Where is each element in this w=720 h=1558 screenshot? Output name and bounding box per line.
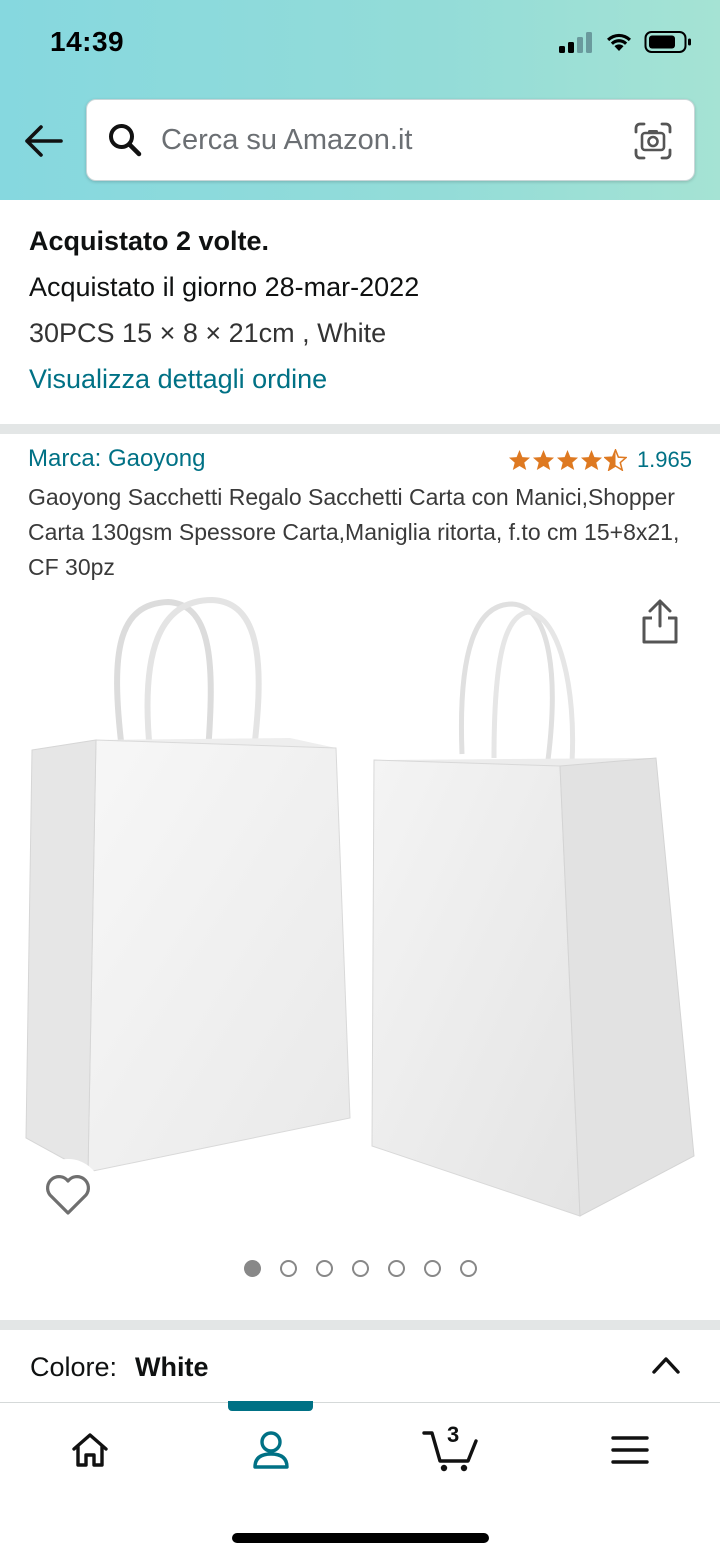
page-dot[interactable] [279, 1260, 297, 1277]
section-divider [0, 424, 720, 434]
color-label: Colore: [30, 1352, 118, 1382]
chevron-up-icon[interactable] [650, 1352, 682, 1376]
header-bar: 14:39 [0, 0, 720, 200]
page-dot[interactable] [315, 1260, 333, 1277]
search-bar[interactable] [86, 99, 695, 181]
share-icon[interactable] [638, 598, 682, 646]
home-icon [72, 1433, 108, 1467]
star-icon [580, 449, 602, 471]
half-star-icon [603, 449, 627, 471]
page-dot[interactable] [243, 1260, 261, 1277]
menu-icon [611, 1436, 649, 1464]
product-image[interactable] [0, 590, 720, 1230]
user-icon [253, 1431, 289, 1469]
tab-home[interactable] [60, 1422, 120, 1478]
active-tab-indicator [228, 1401, 313, 1411]
status-time: 14:39 [50, 26, 125, 57]
star-rating [508, 449, 627, 471]
product-photo [25, 596, 695, 1217]
page-dot[interactable] [351, 1260, 369, 1277]
rating-count: 1.965 [636, 447, 692, 472]
search-input[interactable] [161, 123, 601, 157]
signal-icon [559, 32, 592, 53]
product-title: Gaoyong Sacchetti Regalo Sacchetti Carta… [28, 484, 680, 580]
section-divider [0, 1320, 720, 1330]
star-icon [508, 449, 530, 471]
tab-menu[interactable] [600, 1422, 660, 1478]
back-button[interactable] [20, 118, 66, 164]
home-indicator [232, 1533, 489, 1543]
star-icon [532, 449, 554, 471]
tab-account[interactable] [241, 1422, 301, 1478]
heart-icon [34, 1159, 102, 1227]
page-dot[interactable] [459, 1260, 477, 1277]
arrow-left-icon [25, 125, 63, 157]
page-dot[interactable] [387, 1260, 405, 1277]
battery-icon [644, 31, 691, 53]
brand-link[interactable]: Marca: Gaoyong [28, 445, 205, 473]
search-icon [109, 124, 142, 157]
color-selector[interactable]: Colore: White [30, 1352, 690, 1383]
page-dot[interactable] [423, 1260, 441, 1277]
star-icon [556, 449, 578, 471]
status-icons [558, 30, 692, 54]
purchase-date: Acquistato il giorno 28-mar-2022 [29, 272, 420, 302]
purchase-count: Acquistato 2 volte. [29, 226, 270, 256]
wishlist-button[interactable] [28, 1157, 112, 1231]
image-pagination [0, 1260, 720, 1277]
color-value: White [135, 1352, 209, 1382]
order-details-link[interactable]: Visualizza dettagli ordine [29, 356, 699, 402]
purchase-info: Acquistato 2 volte. Acquistato il giorno… [29, 218, 699, 402]
rating-summary[interactable]: 1.965 [508, 447, 692, 473]
wifi-icon [607, 33, 631, 51]
purchase-variant: 30PCS 15 × 8 × 21cm , White [29, 318, 387, 348]
cart-count-badge: 3 [447, 1422, 460, 1447]
camera-icon[interactable] [634, 122, 672, 160]
